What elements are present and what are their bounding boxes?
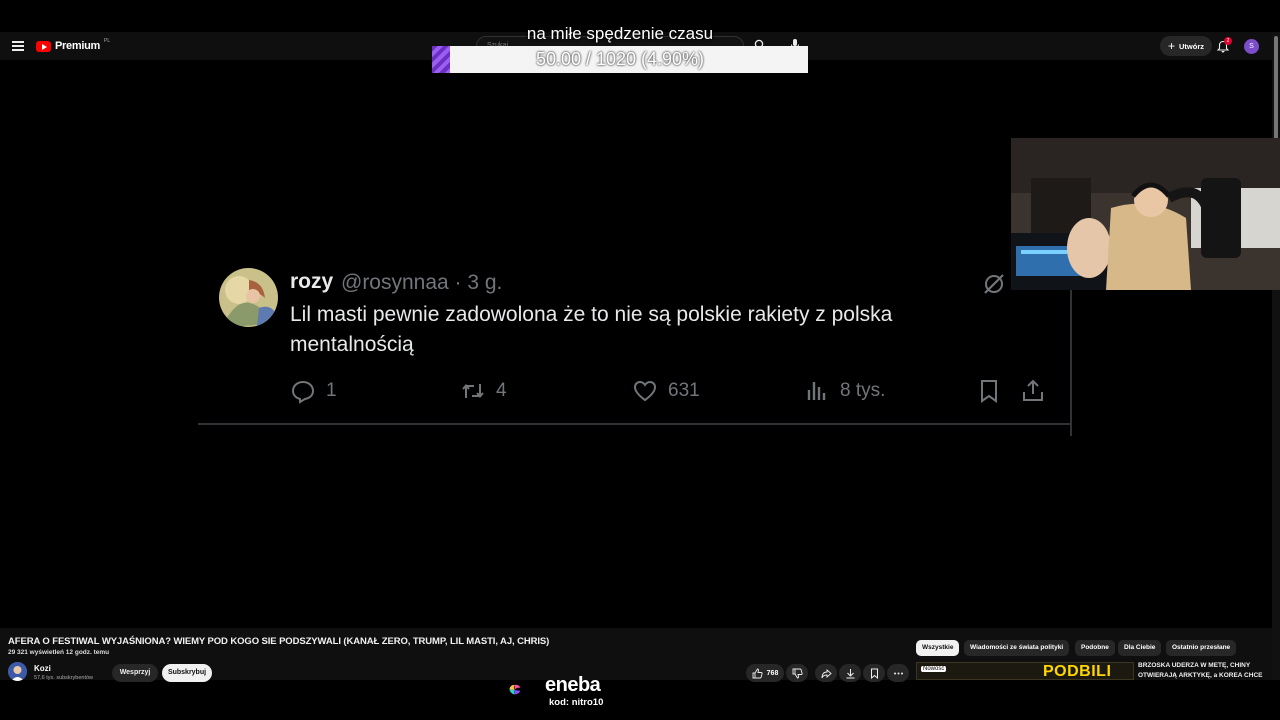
thumbs-down-icon bbox=[792, 668, 803, 678]
create-button[interactable]: + Utwórz bbox=[1160, 36, 1213, 56]
tweet-text: Lil masti pewnie zadowolona że to nie są… bbox=[290, 303, 893, 356]
retweet-icon bbox=[462, 383, 484, 399]
channel-subscribers: 57,6 tys. subskrybentów bbox=[34, 675, 94, 681]
tweet-divider bbox=[198, 423, 1072, 425]
channel-name[interactable]: Kozi bbox=[34, 664, 51, 673]
goal-progress-bar: 50.00 / 1020 (4.90%) bbox=[432, 46, 808, 73]
share-video-button[interactable] bbox=[815, 664, 837, 682]
bookmark-icon bbox=[981, 380, 997, 403]
more-icon bbox=[893, 672, 903, 674]
chip-all[interactable]: Wszystkie bbox=[916, 640, 960, 656]
share-arrow-icon bbox=[821, 668, 832, 678]
share-icon bbox=[1023, 379, 1043, 401]
save-button[interactable] bbox=[863, 664, 885, 682]
thumbnail-text: PODBILI bbox=[1043, 663, 1112, 680]
logo-region: PL bbox=[103, 38, 111, 44]
reply-icon bbox=[291, 380, 315, 404]
dislike-button[interactable] bbox=[786, 664, 808, 682]
chip-for-you[interactable]: Dla Ciebie bbox=[1118, 640, 1162, 656]
views-button[interactable]: 8 tys. bbox=[804, 378, 885, 404]
like-video-count: 768 bbox=[766, 669, 779, 677]
tweet-border bbox=[1070, 290, 1072, 436]
channel-avatar[interactable] bbox=[8, 662, 27, 681]
chip-similar[interactable]: Podobne bbox=[1075, 640, 1115, 656]
bookmark-button[interactable] bbox=[976, 378, 1002, 404]
thumbs-up-icon bbox=[752, 668, 763, 678]
share-button[interactable] bbox=[1020, 378, 1046, 404]
reply-count: 1 bbox=[326, 380, 337, 401]
create-label: Utwórz bbox=[1179, 41, 1205, 51]
streamer-webcam bbox=[1011, 138, 1280, 290]
eneba-logo-icon bbox=[509, 684, 521, 695]
menu-icon[interactable] bbox=[12, 41, 24, 51]
recommended-video-title[interactable]: BRZOSKA UDERZA W METĘ, CHINY OTWIERAJĄ A… bbox=[1138, 661, 1272, 681]
sponsor-brand: eneba bbox=[545, 674, 601, 696]
more-actions-button[interactable] bbox=[887, 664, 909, 682]
notification-badge: 2 bbox=[1224, 37, 1232, 45]
scrollbar-thumb[interactable] bbox=[1274, 36, 1278, 140]
account-avatar[interactable]: S bbox=[1244, 39, 1259, 54]
video-title: AFERA O FESTIWAL WYJAŚNIONA? WIEMY POD K… bbox=[8, 636, 550, 647]
like-icon bbox=[633, 380, 657, 402]
reply-button[interactable]: 1 bbox=[290, 378, 337, 404]
recommended-video-thumbnail[interactable]: Nowość PODBILI bbox=[916, 662, 1134, 680]
subscribe-button[interactable]: Subskrybuj bbox=[162, 664, 212, 682]
logo-text: Premium bbox=[55, 40, 100, 52]
goal-progress-text: 50.00 / 1020 (4.90%) bbox=[535, 49, 705, 69]
goal-title: na miłe spędzenie czasu bbox=[526, 24, 714, 43]
like-button[interactable]: 631 bbox=[632, 378, 700, 404]
grok-icon[interactable] bbox=[982, 272, 1006, 296]
retweet-count: 4 bbox=[496, 380, 507, 401]
chip-politics-news[interactable]: Wiadomości ze świata polityki bbox=[964, 640, 1070, 656]
new-badge: Nowość bbox=[921, 666, 947, 672]
tweet-handle-time[interactable]: @rosynnaa · 3 g. bbox=[341, 271, 502, 295]
like-count: 631 bbox=[668, 380, 700, 401]
sponsor-code: kod: nitro10 bbox=[549, 697, 604, 708]
youtube-play-icon bbox=[36, 40, 51, 52]
views-icon bbox=[807, 382, 826, 400]
chip-recently-uploaded[interactable]: Ostatnio przesłane bbox=[1166, 640, 1237, 656]
retweet-button[interactable]: 4 bbox=[460, 378, 507, 404]
download-button[interactable] bbox=[839, 664, 861, 682]
save-icon bbox=[870, 668, 878, 679]
video-meta[interactable]: 29 321 wyświetleń 12 godz. temu bbox=[8, 649, 109, 656]
like-video-button[interactable]: 768 bbox=[746, 664, 784, 682]
plus-icon: + bbox=[1168, 39, 1176, 53]
tweet-author-name[interactable]: rozy bbox=[290, 270, 333, 294]
views-count: 8 tys. bbox=[840, 380, 886, 401]
support-button[interactable]: Wesprzyj bbox=[112, 664, 158, 682]
tweet-avatar[interactable] bbox=[219, 268, 278, 327]
youtube-logo[interactable]: Premium PL bbox=[36, 38, 111, 52]
download-icon bbox=[846, 668, 854, 678]
